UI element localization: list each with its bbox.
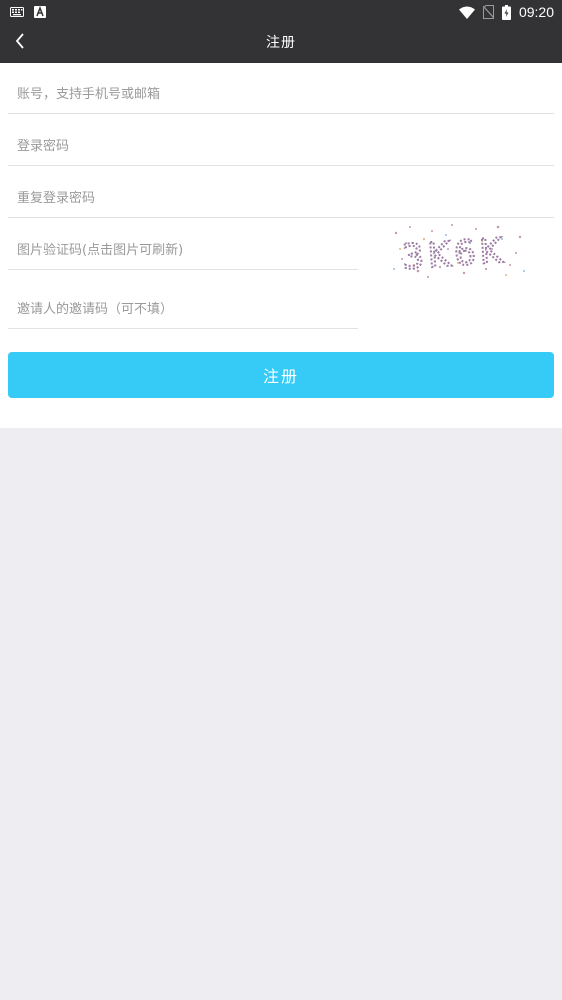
- wifi-icon: [458, 6, 475, 19]
- keyboard-icon: [10, 7, 24, 17]
- password-input[interactable]: [8, 128, 554, 165]
- status-bar: 09:20: [0, 0, 562, 24]
- a-icon: [34, 6, 46, 18]
- battery-icon: [501, 4, 511, 20]
- password-repeat-field-wrapper: [8, 180, 554, 218]
- register-form: 3K6K 注册: [0, 63, 562, 428]
- register-button[interactable]: 注册: [8, 352, 554, 398]
- svg-text:3K6K: 3K6K: [401, 231, 507, 278]
- title-bar: 注册: [0, 24, 562, 63]
- invite-field-wrapper: [8, 291, 358, 329]
- password-repeat-input[interactable]: [8, 180, 554, 217]
- captcha-input[interactable]: [8, 232, 358, 269]
- no-sim-icon: [482, 5, 494, 19]
- page-title: 注册: [266, 35, 296, 51]
- clock: 09:20: [518, 4, 554, 20]
- account-input[interactable]: [8, 76, 554, 113]
- captcha-image[interactable]: 3K6K: [388, 219, 528, 285]
- invite-code-input[interactable]: [8, 291, 358, 328]
- account-field-wrapper: [8, 76, 554, 114]
- password-field-wrapper: [8, 128, 554, 166]
- captcha-field-wrapper: [8, 232, 358, 270]
